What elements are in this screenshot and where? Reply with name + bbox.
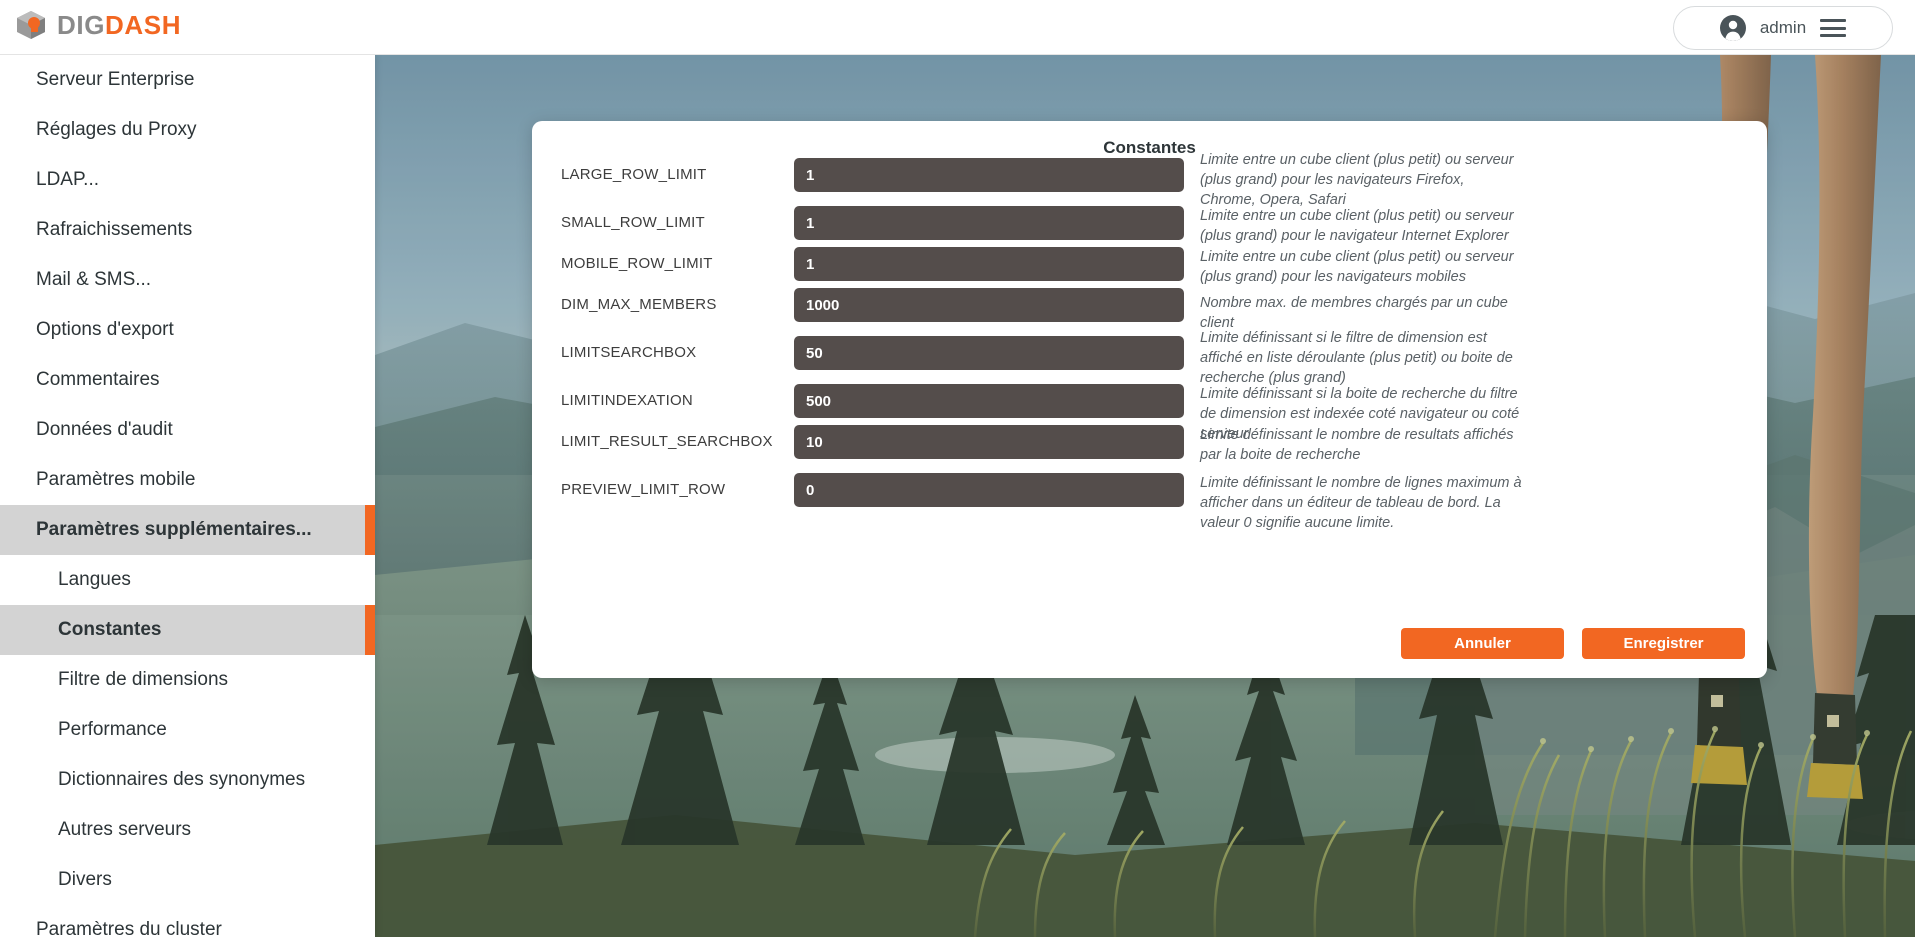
constant-row: LIMITSEARCHBOX Limite définissant si le f…: [532, 330, 1767, 386]
save-button[interactable]: Enregistrer: [1582, 628, 1745, 659]
constant-help-text: Limite définissant si le filtre de dimen…: [1200, 330, 1513, 386]
cube-icon: [14, 8, 48, 42]
sidebar-item-label: Autres serveurs: [58, 819, 192, 840]
sidebar-item-serveur-enterprise[interactable]: Serveur Enterprise: [0, 55, 375, 105]
sidebar-item-label: Paramètres mobile: [36, 469, 196, 490]
sidebar-item-label: Performance: [58, 719, 167, 740]
constant-help-text: Limite définissant le nombre de resultat…: [1200, 427, 1514, 463]
user-avatar-icon: [1719, 15, 1746, 41]
constant-help-text: Limite entre un cube client (plus petit)…: [1200, 249, 1514, 285]
logo-text-dig: DIG: [57, 10, 106, 40]
sidebar-item-label: Mail & SMS...: [36, 269, 152, 290]
constant-row: LARGE_ROW_LIMIT Limite entre un cube clie…: [532, 152, 1767, 208]
constant-help-text: Limite définissant le nombre de lignes m…: [1200, 475, 1522, 531]
constant-label: LIMITINDEXATION: [561, 392, 693, 409]
sidebar-item-label: Réglages du Proxy: [36, 119, 197, 140]
sidebar-item-label: Divers: [58, 869, 112, 890]
sidebar-item-label: Serveur Enterprise: [36, 69, 195, 90]
cancel-button[interactable]: Annuler: [1401, 628, 1564, 659]
constant-input-preview_limit_row[interactable]: [794, 473, 1184, 507]
constant-input-large_row_limit[interactable]: [794, 158, 1184, 192]
constant-row: LIMIT_RESULT_SEARCHBOX Limite définissant…: [532, 425, 1767, 463]
constant-label: LIMITSEARCHBOX: [561, 344, 697, 361]
constant-help-text: Limite entre un cube client (plus petit)…: [1200, 208, 1514, 244]
constant-input-limit_result_searchbox[interactable]: [794, 425, 1184, 459]
settings-sidebar[interactable]: Serveur Enterprise Réglages du Proxy LDAP.…: [0, 55, 375, 937]
constant-input-mobile_row_limit[interactable]: [794, 247, 1184, 281]
sidebar-item-commentaires[interactable]: Commentaires: [0, 355, 375, 405]
app-logo[interactable]: DIGDASH: [14, 8, 181, 42]
constant-help-text: Nombre max. de membres chargés par un cu…: [1200, 295, 1508, 331]
hamburger-menu-icon[interactable]: [1820, 19, 1847, 37]
constant-label: MOBILE_ROW_LIMIT: [561, 255, 713, 272]
sidebar-item-filtre-de-dimensions[interactable]: Filtre de dimensions: [0, 655, 375, 705]
sidebar-item-divers[interactable]: Divers: [0, 855, 375, 905]
constant-row: MOBILE_ROW_LIMIT Limite entre un cube cli…: [532, 247, 1767, 285]
sidebar-item-label: Constantes: [58, 619, 162, 640]
constant-row: PREVIEW_LIMIT_ROW Limite définissant le n…: [532, 473, 1767, 531]
sidebar-item-label: Langues: [58, 569, 131, 590]
sidebar-item-dictionnaires-des-synonymes[interactable]: Dictionnaires des synonymes: [0, 755, 375, 805]
constant-label: PREVIEW_LIMIT_ROW: [561, 481, 726, 498]
sidebar-item-rafraichissements[interactable]: Rafraichissements: [0, 205, 375, 255]
user-name-label: admin: [1759, 18, 1807, 37]
sidebar-item-label: Paramètres supplémentaires...: [36, 519, 312, 540]
constant-input-limitsearchbox[interactable]: [794, 336, 1184, 370]
dialog-title: Constantes: [1103, 138, 1196, 157]
sidebar-item-label: Commentaires: [36, 369, 160, 390]
sidebar-item-label: Rafraichissements: [36, 219, 193, 240]
constant-input-small_row_limit[interactable]: [794, 206, 1184, 240]
constant-label: SMALL_ROW_LIMIT: [561, 214, 705, 231]
sidebar-item-label: Filtre de dimensions: [58, 669, 229, 690]
sidebar-item-constantes[interactable]: Constantes: [0, 605, 375, 655]
top-header-bar: DIGDASH admin: [0, 0, 1915, 55]
sidebar-item-label: Options d'export: [36, 319, 174, 340]
constant-help-text: Limite entre un cube client (plus petit)…: [1200, 152, 1514, 208]
constant-row: SMALL_ROW_LIMIT Limite entre un cube clie…: [532, 206, 1767, 244]
sidebar-item-r-glages-du-proxy[interactable]: Réglages du Proxy: [0, 105, 375, 155]
sidebar-item-label: Dictionnaires des synonymes: [58, 769, 306, 790]
constant-label: LIMIT_RESULT_SEARCHBOX: [561, 433, 773, 450]
sidebar-item-mail-sms[interactable]: Mail & SMS...: [0, 255, 375, 305]
sidebar-item-param-tres-mobile[interactable]: Paramètres mobile: [0, 455, 375, 505]
dialog-action-buttons: Annuler Enregistrer: [1401, 628, 1745, 659]
constant-label: LARGE_ROW_LIMIT: [561, 166, 707, 183]
sidebar-item-label: LDAP...: [36, 169, 100, 190]
sidebar-item-performance[interactable]: Performance: [0, 705, 375, 755]
user-menu-button[interactable]: admin: [1673, 6, 1893, 50]
sidebar-item-donn-es-d-audit[interactable]: Données d'audit: [0, 405, 375, 455]
constant-input-limitindexation[interactable]: [794, 384, 1184, 418]
sidebar-item-autres-serveurs[interactable]: Autres serveurs: [0, 805, 375, 855]
sidebar-item-label: Données d'audit: [36, 419, 173, 440]
constants-dialog: Constantes LARGE_ROW_LIMIT Limite entre u…: [532, 121, 1767, 678]
sidebar-item-langues[interactable]: Langues: [0, 555, 375, 605]
constant-label: DIM_MAX_MEMBERS: [561, 296, 717, 313]
application-window: DIGDASH admin Serveur Enterprise Réglages…: [0, 0, 1915, 937]
sidebar-item-label: Paramètres du cluster: [36, 919, 222, 937]
sidebar-item-ldap[interactable]: LDAP...: [0, 155, 375, 205]
logo-text-dash: DASH: [105, 10, 182, 40]
sidebar-item-param-tres-du-cluster[interactable]: Paramètres du cluster: [0, 905, 375, 937]
constant-input-dim_max_members[interactable]: [794, 288, 1184, 322]
sidebar-item-options-d-export[interactable]: Options d'export: [0, 305, 375, 355]
sidebar-item-param-tres-suppl-mentaires[interactable]: Paramètres supplémentaires...: [0, 505, 375, 555]
constant-row: LIMITINDEXATIONLimite définissant si la …: [532, 384, 1767, 442]
constant-row: DIM_MAX_MEMBERS Nombre max. de membres ch…: [532, 288, 1767, 331]
